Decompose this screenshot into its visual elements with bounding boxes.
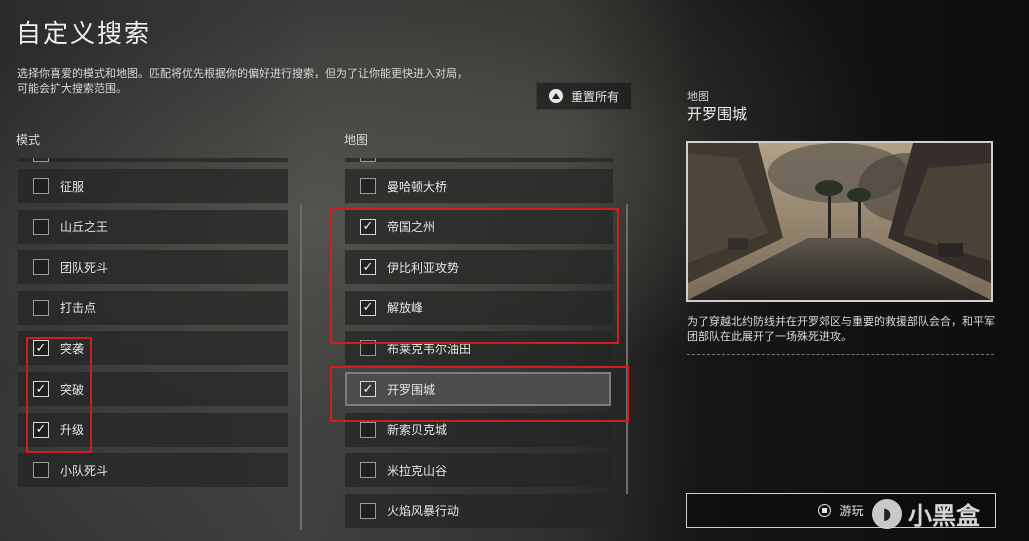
divider	[687, 354, 994, 355]
modes-header: 模式	[16, 133, 41, 147]
detail-category: 地图	[687, 90, 709, 103]
reset-all-button[interactable]: 重置所有	[536, 82, 632, 110]
mode-item-label: 团队死斗	[60, 260, 109, 275]
scrolled-item-stub	[345, 158, 613, 162]
heybox-logo-icon: ◗	[872, 498, 902, 529]
checkbox-empty-icon[interactable]	[360, 502, 376, 519]
checkbox-empty-icon[interactable]	[33, 299, 49, 316]
checkbox-empty-icon[interactable]	[33, 259, 49, 276]
map-item-label: 新索贝克城	[387, 423, 448, 438]
play-label: 游玩	[839, 504, 864, 518]
page-title: 自定义搜索	[16, 19, 152, 48]
maps-scrollbar[interactable]	[626, 204, 628, 494]
mode-item[interactable]: 打击点	[18, 290, 288, 325]
watermark: ◗ 小黑盒	[872, 496, 980, 531]
watermark-text: 小黑盒	[908, 502, 980, 530]
checkbox-empty-icon[interactable]	[33, 462, 49, 479]
detail-map-name: 开罗围城	[687, 105, 748, 123]
selected-map-highlight-box	[330, 366, 629, 422]
modes-highlight-box	[26, 337, 92, 453]
page-description: 选择你喜爱的模式和地图。匹配将优先根据你的偏好进行搜索，但为了让你能更快进入对局…	[17, 67, 468, 95]
mode-item[interactable]: 团队死斗	[18, 250, 288, 285]
map-item[interactable]: 米拉克山谷	[345, 453, 613, 488]
checkbox-empty-icon[interactable]	[33, 218, 49, 235]
modes-scrollbar[interactable]	[300, 204, 302, 530]
mode-item-label: 山丘之王	[60, 220, 109, 235]
checkbox-empty-icon[interactable]	[360, 421, 376, 438]
mode-item[interactable]: 征服	[18, 169, 288, 203]
map-item[interactable]: 曼哈顿大桥	[345, 169, 613, 203]
mode-item-label: 征服	[60, 179, 85, 194]
scrolled-item-stub	[18, 158, 288, 162]
checkbox-empty-icon[interactable]	[33, 178, 49, 194]
mode-item-label: 打击点	[60, 301, 97, 316]
detail-map-description: 为了穿越北约防线并在开罗郊区与重要的救援部队会合，和平军团部队在此展开了一场殊死…	[687, 315, 995, 343]
checkbox-empty-icon[interactable]	[360, 462, 376, 479]
square-button-icon	[818, 504, 832, 517]
map-item[interactable]: 火焰风暴行动	[345, 493, 613, 528]
map-item-label: 火焰风暴行动	[387, 504, 460, 519]
map-item-label: 米拉克山谷	[387, 463, 448, 478]
mode-item[interactable]: 小队死斗	[18, 453, 288, 488]
maps-header: 地图	[344, 133, 369, 147]
triangle-button-icon	[548, 89, 563, 103]
checkbox-empty-icon[interactable]	[360, 178, 376, 194]
map-preview-image	[686, 141, 993, 302]
maps-highlight-box	[330, 208, 619, 344]
map-item-label: 曼哈顿大桥	[387, 179, 448, 194]
map-preview-illustration	[688, 143, 991, 300]
reset-all-label: 重置所有	[570, 89, 619, 104]
mode-item-label: 小队死斗	[60, 463, 109, 478]
mode-item[interactable]: 山丘之王	[18, 209, 288, 244]
